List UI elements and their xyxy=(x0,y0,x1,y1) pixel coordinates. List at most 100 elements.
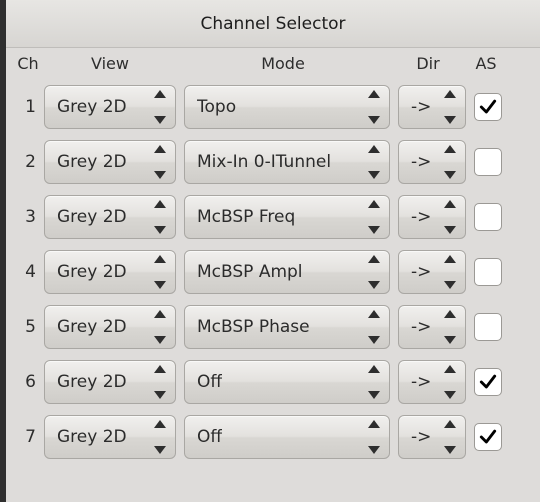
chevron-up-icon[interactable] xyxy=(368,365,380,373)
chevron-up-icon[interactable] xyxy=(444,90,456,98)
spin-dir-label: -> xyxy=(411,317,431,337)
spin-arrows[interactable] xyxy=(365,255,383,289)
chevron-down-icon[interactable] xyxy=(154,446,166,454)
chevron-down-icon[interactable] xyxy=(154,116,166,124)
spin-dir[interactable]: -> xyxy=(398,305,466,349)
row-ch-label: 5 xyxy=(12,317,44,337)
chevron-up-icon[interactable] xyxy=(368,255,380,263)
chevron-down-icon[interactable] xyxy=(444,336,456,344)
spin-arrows[interactable] xyxy=(441,200,459,234)
spin-dir[interactable]: -> xyxy=(398,85,466,129)
spin-arrows[interactable] xyxy=(151,310,169,344)
chevron-up-icon[interactable] xyxy=(368,90,380,98)
as-checkbox[interactable] xyxy=(474,203,502,231)
chevron-down-icon[interactable] xyxy=(368,171,380,179)
spin-mode-label: McBSP Freq xyxy=(197,207,295,227)
spin-arrows[interactable] xyxy=(151,145,169,179)
window-title: Channel Selector xyxy=(200,14,345,34)
spin-mode[interactable]: McBSP Phase xyxy=(184,305,390,349)
chevron-up-icon[interactable] xyxy=(444,255,456,263)
spin-mode[interactable]: Off xyxy=(184,415,390,459)
table-row: 5 Grey 2D McBSP Phase -> xyxy=(12,305,532,349)
spin-view[interactable]: Grey 2D xyxy=(44,305,176,349)
spin-arrows[interactable] xyxy=(365,90,383,124)
chevron-up-icon[interactable] xyxy=(368,310,380,318)
chevron-down-icon[interactable] xyxy=(444,226,456,234)
spin-mode[interactable]: Off xyxy=(184,360,390,404)
spin-mode[interactable]: McBSP Freq xyxy=(184,195,390,239)
spin-arrows[interactable] xyxy=(151,255,169,289)
spin-arrows[interactable] xyxy=(365,310,383,344)
chevron-up-icon[interactable] xyxy=(368,420,380,428)
chevron-down-icon[interactable] xyxy=(154,391,166,399)
chevron-up-icon[interactable] xyxy=(444,365,456,373)
chevron-down-icon[interactable] xyxy=(368,391,380,399)
chevron-up-icon[interactable] xyxy=(154,255,166,263)
spin-arrows[interactable] xyxy=(151,90,169,124)
header-view: View xyxy=(44,54,176,73)
chevron-down-icon[interactable] xyxy=(368,116,380,124)
chevron-up-icon[interactable] xyxy=(154,365,166,373)
spin-arrows[interactable] xyxy=(441,90,459,124)
spin-mode-label: Topo xyxy=(197,97,236,117)
spin-view[interactable]: Grey 2D xyxy=(44,250,176,294)
chevron-up-icon[interactable] xyxy=(154,200,166,208)
chevron-down-icon[interactable] xyxy=(368,446,380,454)
spin-dir[interactable]: -> xyxy=(398,140,466,184)
spin-arrows[interactable] xyxy=(365,365,383,399)
chevron-up-icon[interactable] xyxy=(368,200,380,208)
spin-view[interactable]: Grey 2D xyxy=(44,415,176,459)
spin-dir[interactable]: -> xyxy=(398,360,466,404)
chevron-up-icon[interactable] xyxy=(154,420,166,428)
spin-view[interactable]: Grey 2D xyxy=(44,360,176,404)
chevron-up-icon[interactable] xyxy=(154,90,166,98)
chevron-down-icon[interactable] xyxy=(154,281,166,289)
as-checkbox[interactable] xyxy=(474,423,502,451)
as-checkbox[interactable] xyxy=(474,313,502,341)
as-checkbox[interactable] xyxy=(474,93,502,121)
chevron-down-icon[interactable] xyxy=(154,336,166,344)
spin-arrows[interactable] xyxy=(151,420,169,454)
chevron-up-icon[interactable] xyxy=(154,145,166,153)
spin-arrows[interactable] xyxy=(365,145,383,179)
spin-view[interactable]: Grey 2D xyxy=(44,85,176,129)
as-checkbox[interactable] xyxy=(474,368,502,396)
chevron-down-icon[interactable] xyxy=(444,116,456,124)
chevron-down-icon[interactable] xyxy=(444,281,456,289)
spin-view-label: Grey 2D xyxy=(57,317,127,337)
spin-dir[interactable]: -> xyxy=(398,195,466,239)
spin-arrows[interactable] xyxy=(441,310,459,344)
spin-mode[interactable]: Mix-In 0-ITunnel xyxy=(184,140,390,184)
spin-view[interactable]: Grey 2D xyxy=(44,195,176,239)
as-checkbox[interactable] xyxy=(474,258,502,286)
spin-dir[interactable]: -> xyxy=(398,250,466,294)
spin-view[interactable]: Grey 2D xyxy=(44,140,176,184)
spin-arrows[interactable] xyxy=(441,145,459,179)
chevron-down-icon[interactable] xyxy=(154,171,166,179)
spin-arrows[interactable] xyxy=(365,200,383,234)
chevron-up-icon[interactable] xyxy=(444,145,456,153)
chevron-down-icon[interactable] xyxy=(368,226,380,234)
spin-arrows[interactable] xyxy=(441,255,459,289)
spin-arrows[interactable] xyxy=(441,420,459,454)
spin-mode[interactable]: McBSP Ampl xyxy=(184,250,390,294)
chevron-down-icon[interactable] xyxy=(368,281,380,289)
spin-arrows[interactable] xyxy=(151,365,169,399)
spin-mode[interactable]: Topo xyxy=(184,85,390,129)
channel-selector-window: Channel Selector Ch View Mode Dir AS 1Gr… xyxy=(0,0,540,502)
spin-arrows[interactable] xyxy=(441,365,459,399)
spin-arrows[interactable] xyxy=(365,420,383,454)
chevron-down-icon[interactable] xyxy=(444,446,456,454)
chevron-down-icon[interactable] xyxy=(444,171,456,179)
chevron-up-icon[interactable] xyxy=(154,310,166,318)
chevron-down-icon[interactable] xyxy=(444,391,456,399)
chevron-down-icon[interactable] xyxy=(368,336,380,344)
chevron-up-icon[interactable] xyxy=(444,200,456,208)
as-checkbox[interactable] xyxy=(474,148,502,176)
chevron-up-icon[interactable] xyxy=(444,310,456,318)
spin-arrows[interactable] xyxy=(151,200,169,234)
chevron-down-icon[interactable] xyxy=(154,226,166,234)
chevron-up-icon[interactable] xyxy=(444,420,456,428)
chevron-up-icon[interactable] xyxy=(368,145,380,153)
spin-dir[interactable]: -> xyxy=(398,415,466,459)
